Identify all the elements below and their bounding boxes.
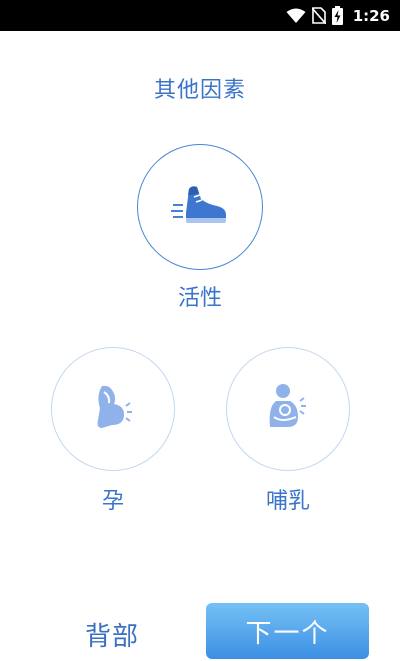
breastfeeding-icon xyxy=(266,383,310,435)
page-title: 其他因素 xyxy=(153,78,246,103)
battery-charging-icon xyxy=(331,6,343,25)
breastfeeding-label: 哺乳 xyxy=(265,489,310,514)
no-sim-icon xyxy=(311,7,326,24)
clock: 1:26 xyxy=(352,6,390,25)
breastfeeding-option-button[interactable] xyxy=(226,347,350,471)
activity-label: 活性 xyxy=(177,286,222,311)
pregnancy-label: 孕 xyxy=(101,489,124,514)
activity-option-button[interactable] xyxy=(137,144,263,270)
status-icons: 1:26 xyxy=(286,0,390,31)
next-button[interactable]: 下一个 xyxy=(206,603,369,659)
pregnant-icon xyxy=(92,384,134,434)
wifi-icon xyxy=(286,8,306,24)
back-button[interactable]: 背部 xyxy=(62,612,162,656)
pregnancy-option-button[interactable] xyxy=(51,347,175,471)
sneaker-icon xyxy=(170,183,230,231)
status-bar: 1:26 xyxy=(0,0,400,31)
